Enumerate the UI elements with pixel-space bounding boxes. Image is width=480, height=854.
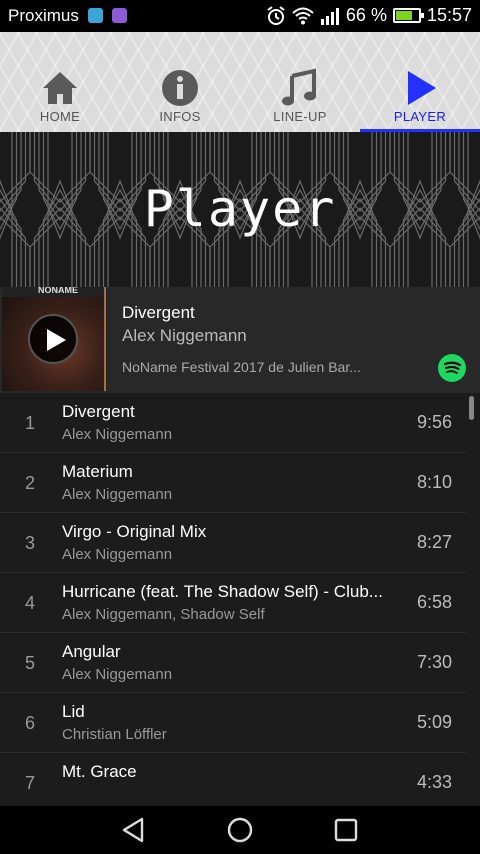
- tab-infos-label: INFOS: [159, 109, 201, 124]
- music-note-icon: [282, 68, 316, 106]
- tab-player[interactable]: PLAYER: [360, 32, 480, 132]
- page-header: Player: [0, 132, 480, 287]
- play-icon: [47, 329, 66, 351]
- tab-infos[interactable]: INFOS: [120, 32, 240, 132]
- battery-fill: [395, 11, 412, 20]
- spotify-waves: [443, 361, 462, 374]
- battery-icon: [392, 8, 424, 23]
- spotify-icon[interactable]: [438, 354, 466, 382]
- now-playing-title: Divergent: [122, 303, 195, 322]
- track-number: 5: [25, 653, 36, 673]
- album-logo: NONAME: [38, 287, 78, 295]
- tab-home[interactable]: HOME: [0, 32, 120, 132]
- track-duration: 8:10: [416, 472, 452, 492]
- recents-icon[interactable]: [330, 814, 362, 846]
- track-duration: 6:58: [416, 592, 452, 612]
- clock: 15:57: [426, 5, 472, 25]
- navigation-bar: [0, 806, 480, 854]
- signal-icon: [320, 7, 339, 25]
- battery-percent: 66 %: [345, 5, 387, 25]
- track-artist: Alex Niggemann: [62, 426, 173, 443]
- track-artist: Alex Niggemann: [62, 546, 173, 563]
- track-duration: 5:09: [416, 712, 452, 732]
- now-playing-playlist[interactable]: NoName Festival 2017 de Julien Bar...: [122, 359, 361, 375]
- play-icon: [408, 71, 436, 105]
- track-artist: Christian Löffler: [62, 726, 167, 743]
- track-title: Hurricane (feat. The Shadow Self) - Club…: [62, 582, 383, 601]
- wifi-icon: [292, 7, 314, 24]
- status-bar: Proximus 66 % 15:57: [0, 0, 480, 32]
- home-icon: [43, 72, 77, 104]
- page-title: Player: [143, 180, 337, 238]
- track-number: 1: [25, 413, 36, 433]
- track-row[interactable]: 6 Lid Christian Löffler 5:09: [0, 693, 466, 753]
- track-artist: Alex Niggemann: [62, 666, 173, 683]
- track-number: 4: [25, 593, 36, 613]
- status-right: 66 % 15:57: [266, 5, 472, 26]
- track-row[interactable]: 7 Mt. Grace 4:33: [0, 753, 466, 790]
- track-title: Lid: [62, 702, 85, 721]
- track-title: Materium: [62, 462, 133, 481]
- now-playing-artist: Alex Niggemann: [122, 326, 247, 345]
- track-duration: 9:56: [416, 412, 452, 432]
- track-title: Virgo - Original Mix: [62, 522, 207, 541]
- tab-bar: HOME INFOS LINE-UP PLAYER: [0, 32, 480, 132]
- track-title: Divergent: [62, 402, 135, 421]
- now-playing-card: NONAME Divergent Alex Niggemann NoName F…: [0, 287, 480, 393]
- carrier-name: Proximus: [8, 6, 79, 25]
- track-duration: 7:30: [416, 652, 452, 672]
- app-icon: [112, 8, 127, 23]
- track-title: Mt. Grace: [62, 762, 137, 781]
- play-button[interactable]: [28, 314, 78, 364]
- track-row[interactable]: 4 Hurricane (feat. The Shadow Self) - Cl…: [0, 573, 466, 633]
- track-duration: 4:33: [416, 772, 452, 790]
- tab-home-label: HOME: [39, 109, 81, 124]
- tab-player-label: PLAYER: [393, 109, 447, 124]
- photo-app-icon: [88, 8, 103, 23]
- track-number: 3: [25, 533, 36, 553]
- back-icon[interactable]: [118, 814, 150, 846]
- tab-line-up[interactable]: LINE-UP: [240, 32, 360, 132]
- track-number: 2: [25, 473, 36, 493]
- track-list[interactable]: 1 Divergent Alex Niggemann 9:56 2 Materi…: [0, 393, 480, 790]
- track-number: 6: [25, 713, 36, 733]
- home-nav-icon[interactable]: [224, 814, 256, 846]
- track-row[interactable]: 5 Angular Alex Niggemann 7:30: [0, 633, 466, 693]
- track-duration: 8:27: [416, 532, 452, 552]
- scrollbar[interactable]: [469, 396, 474, 420]
- track-title: Angular: [62, 642, 121, 661]
- track-artist: Alex Niggemann, Shadow Self: [62, 606, 265, 623]
- info-icon: [162, 70, 198, 106]
- track-row[interactable]: 1 Divergent Alex Niggemann 9:56: [0, 393, 466, 453]
- list-footer: [0, 790, 480, 806]
- track-row[interactable]: 3 Virgo - Original Mix Alex Niggemann 8:…: [0, 513, 466, 573]
- track-row[interactable]: 2 Materium Alex Niggemann 8:10: [0, 453, 466, 513]
- tab-line-up-label: LINE-UP: [273, 109, 327, 124]
- track-number: 7: [25, 773, 36, 790]
- album-art: NONAME: [2, 287, 106, 391]
- track-artist: Alex Niggemann: [62, 486, 173, 503]
- alarm-icon: [267, 5, 285, 25]
